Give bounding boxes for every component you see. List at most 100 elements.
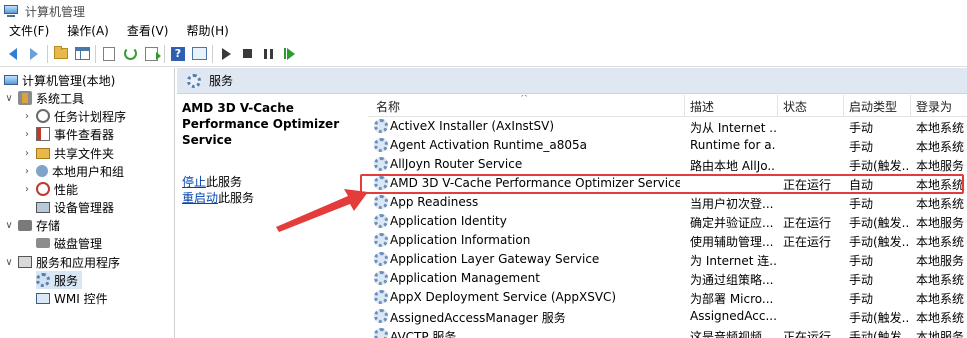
storage-icon bbox=[18, 219, 32, 231]
toolbar: ? bbox=[0, 41, 967, 67]
service-startup-type: 手动(触发... bbox=[849, 330, 909, 338]
tree-item-disk-management[interactable]: 磁盘管理 bbox=[36, 234, 102, 252]
column-divider[interactable] bbox=[910, 95, 911, 117]
service-description: 为从 Internet ... bbox=[690, 121, 776, 135]
service-description: 路由本地 AllJo... bbox=[690, 159, 776, 173]
restart-service-suffix: 此服务 bbox=[218, 191, 255, 205]
restart-service-link[interactable]: 重启动 bbox=[182, 191, 218, 205]
table-row[interactable]: Application Information 使用辅助管理... 正在运行 手动(触… bbox=[368, 231, 967, 250]
column-divider[interactable] bbox=[843, 95, 844, 117]
chevron-right-icon[interactable]: › bbox=[22, 148, 32, 159]
menu-file[interactable]: 文件(F) bbox=[0, 22, 58, 41]
column-header-logon-as[interactable]: 登录为 bbox=[916, 98, 952, 115]
column-header-startup-type[interactable]: 启动类型 bbox=[849, 98, 897, 115]
table-row[interactable]: AllJoyn Router Service 路由本地 AllJo... 手动(触发… bbox=[368, 155, 967, 174]
chevron-right-icon[interactable]: › bbox=[22, 184, 32, 195]
chevron-down-icon[interactable]: ∨ bbox=[4, 257, 14, 268]
tree-item-wmi[interactable]: WMI 控件 bbox=[36, 289, 108, 307]
properties-doc-icon[interactable] bbox=[100, 45, 118, 63]
tree-item-services[interactable]: 服务 bbox=[36, 271, 83, 289]
table-row[interactable]: Agent Activation Runtime_a805a Runtime fo… bbox=[368, 136, 967, 155]
column-header-name[interactable]: 名称 bbox=[376, 98, 400, 115]
service-status: 正在运行 bbox=[783, 216, 832, 230]
column-header-status[interactable]: 状态 bbox=[783, 98, 807, 115]
tree-item-event-viewer[interactable]: › 事件查看器 bbox=[22, 125, 114, 143]
menu-help[interactable]: 帮助(H) bbox=[177, 22, 237, 41]
clock-icon bbox=[36, 109, 50, 123]
users-icon bbox=[36, 165, 48, 177]
chevron-right-icon[interactable]: › bbox=[22, 111, 32, 122]
console-tree-icon[interactable] bbox=[73, 45, 91, 63]
services-apps-icon bbox=[18, 256, 32, 268]
start-service-icon[interactable] bbox=[217, 45, 235, 63]
service-description: 这是音频视频... bbox=[690, 330, 774, 338]
service-description: 确定并验证应... bbox=[690, 216, 774, 230]
chevron-down-icon[interactable]: ∨ bbox=[4, 220, 14, 231]
window-title: 计算机管理 bbox=[25, 4, 86, 19]
export-list-icon[interactable] bbox=[142, 45, 161, 63]
tree-label: 设备管理器 bbox=[54, 200, 115, 215]
forward-icon[interactable] bbox=[25, 45, 43, 63]
back-icon[interactable] bbox=[4, 45, 22, 63]
tree-item-root[interactable]: 计算机管理(本地) bbox=[4, 71, 115, 89]
service-startup-type: 手动(触发... bbox=[849, 159, 909, 173]
tree-item-performance[interactable]: › 性能 bbox=[22, 180, 78, 198]
table-row[interactable]: AVCTP 服务 这是音频视频... 正在运行 手动(触发... 本地服务 bbox=[368, 326, 967, 338]
tree-item-device-manager[interactable]: 设备管理器 bbox=[36, 198, 114, 216]
service-description: 使用辅助管理... bbox=[690, 235, 774, 249]
service-startup-type: 自动 bbox=[849, 178, 874, 192]
column-header-description[interactable]: 描述 bbox=[690, 98, 714, 115]
table-row[interactable]: AssignedAccessManager 服务 AssignedAcc... 手动… bbox=[368, 307, 967, 326]
tree-item-storage[interactable]: ∨ 存储 bbox=[4, 216, 60, 234]
tree-label: 磁盘管理 bbox=[54, 236, 103, 251]
chevron-right-icon[interactable]: › bbox=[22, 166, 32, 177]
stop-service-icon[interactable] bbox=[238, 45, 256, 63]
pause-service-icon[interactable] bbox=[259, 45, 277, 63]
tree-item-task-scheduler[interactable]: › 任务计划程序 bbox=[22, 107, 126, 125]
stop-service-link[interactable]: 停止 bbox=[182, 175, 206, 189]
service-name: AllJoyn Router Service bbox=[390, 157, 523, 171]
service-status: 正在运行 bbox=[783, 178, 832, 192]
toolbar-separator bbox=[164, 44, 165, 63]
tree-item-shared-folders[interactable]: › 共享文件夹 bbox=[22, 144, 114, 162]
table-row[interactable]: AppX Deployment Service (AppXSVC) 为部署 Mic… bbox=[368, 288, 967, 307]
toolbar-separator bbox=[95, 44, 96, 63]
column-divider[interactable] bbox=[684, 95, 685, 117]
device-manager-icon bbox=[36, 201, 50, 213]
table-row[interactable]: Application Management 为通过组策略... 手动 本地系统 bbox=[368, 269, 967, 288]
gear-icon bbox=[374, 119, 388, 133]
tree-label: 共享文件夹 bbox=[54, 146, 115, 161]
service-logon-as: 本地系统 bbox=[916, 292, 965, 306]
table-row[interactable]: ActiveX Installer (AxInstSV) 为从 Internet … bbox=[368, 117, 967, 136]
menu-view[interactable]: 查看(V) bbox=[118, 22, 178, 41]
tree-item-system-tools[interactable]: ∨ 系统工具 bbox=[4, 89, 84, 107]
service-startup-type: 手动(触发... bbox=[849, 235, 909, 249]
tree-item-local-users[interactable]: › 本地用户和组 bbox=[22, 162, 124, 180]
table-row[interactable]: AMD 3D V-Cache Performance Optimizer Ser… bbox=[368, 174, 967, 193]
table-row[interactable]: Application Identity 确定并验证应... 正在运行 手动(触发..… bbox=[368, 212, 967, 231]
service-logon-as: 本地系统 bbox=[916, 311, 965, 325]
column-divider[interactable] bbox=[777, 95, 778, 117]
tree-label: 任务计划程序 bbox=[54, 109, 127, 124]
tree-item-services-apps[interactable]: ∨ 服务和应用程序 bbox=[4, 253, 120, 271]
gear-icon bbox=[187, 73, 201, 88]
computer-icon bbox=[4, 75, 18, 85]
chevron-right-icon[interactable]: › bbox=[22, 129, 32, 140]
resume-service-icon[interactable] bbox=[280, 45, 298, 63]
menu-action[interactable]: 操作(A) bbox=[58, 22, 118, 41]
performance-icon bbox=[36, 182, 50, 196]
show-hide-icon[interactable] bbox=[190, 45, 208, 63]
service-description: 为部署 Micro... bbox=[690, 292, 774, 306]
service-name: AppX Deployment Service (AppXSVC) bbox=[390, 290, 617, 304]
refresh-icon[interactable] bbox=[121, 45, 139, 63]
table-row[interactable]: App Readiness 当用户初次登... 手动 本地系统 bbox=[368, 193, 967, 212]
up-folder-icon[interactable] bbox=[52, 45, 70, 63]
chevron-down-icon[interactable]: ∨ bbox=[4, 93, 14, 104]
service-name: AssignedAccessManager 服务 bbox=[390, 311, 566, 325]
service-name: ActiveX Installer (AxInstSV) bbox=[390, 119, 555, 133]
service-logon-as: 本地系统 bbox=[916, 273, 965, 287]
service-description: AssignedAcc... bbox=[690, 309, 776, 323]
help-icon[interactable]: ? bbox=[169, 45, 187, 63]
services-header-title: 服务 bbox=[209, 74, 234, 88]
table-row[interactable]: Application Layer Gateway Service 为 Inter… bbox=[368, 250, 967, 269]
